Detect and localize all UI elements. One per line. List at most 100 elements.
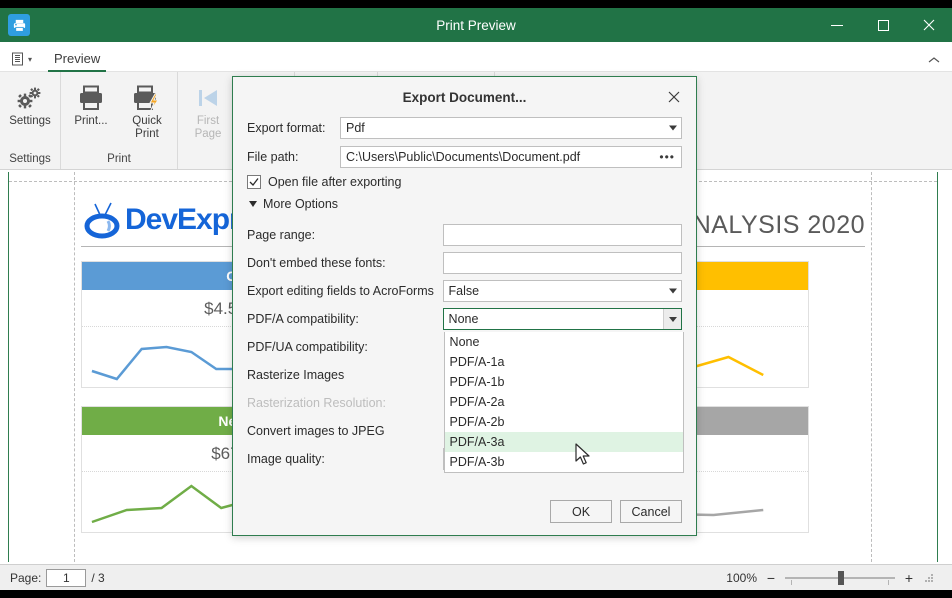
page-range-label: Page range: [247, 228, 443, 242]
resize-grip-icon[interactable] [923, 572, 935, 584]
cancel-button[interactable]: Cancel [620, 500, 682, 523]
dropdown-option[interactable]: None [445, 332, 683, 352]
export-format-combo[interactable] [340, 117, 682, 139]
dont-embed-fonts-label: Don't embed these fonts: [247, 256, 443, 270]
export-format-value[interactable] [341, 118, 681, 138]
maximize-icon [878, 20, 889, 31]
print-button-label: Print... [74, 115, 107, 128]
dropdown-option[interactable]: PDF/A-1b [445, 372, 683, 392]
settings-button[interactable]: Settings [2, 76, 58, 131]
dropdown-option-highlighted[interactable]: PDF/A-3a [445, 432, 683, 452]
tab-preview-label: Preview [54, 51, 100, 66]
ellipsis-icon[interactable]: ••• [659, 150, 675, 164]
pdfa-compatibility-dropdown-list[interactable]: None PDF/A-1a PDF/A-1b PDF/A-2a PDF/A-2b… [444, 332, 684, 473]
tab-preview[interactable]: Preview [44, 48, 110, 71]
quick-access-toolbar[interactable]: ▾ [10, 51, 32, 67]
first-page-button-label: First Page [183, 115, 233, 141]
dont-embed-fonts-input[interactable] [443, 252, 682, 274]
ribbon-group-print: Print... Quick Print [61, 72, 178, 169]
check-icon [249, 177, 259, 187]
chevron-down-icon [669, 317, 677, 322]
file-path-input[interactable] [341, 147, 681, 167]
minimize-button[interactable] [814, 8, 860, 42]
pdfa-compatibility-label: PDF/A compatibility: [247, 312, 443, 326]
more-options-label: More Options [263, 197, 338, 211]
pdfa-compatibility-value: None [444, 309, 681, 329]
chevron-up-icon [928, 56, 940, 64]
print-button[interactable]: Print... [63, 76, 119, 131]
dropdown-option[interactable]: PDF/A-2b [445, 412, 683, 432]
logo-mark-icon [81, 200, 125, 240]
ribbon-group-print-title: Print [63, 153, 175, 169]
quick-print-button[interactable]: Quick Print [119, 76, 175, 144]
ribbon-group-settings-title: Settings [2, 153, 58, 169]
zoom-slider[interactable] [785, 571, 895, 585]
chevron-down-icon: ▾ [28, 55, 32, 64]
ok-button[interactable]: OK [550, 500, 612, 523]
chevron-down-icon [669, 126, 677, 131]
maximize-button[interactable] [860, 8, 906, 42]
export-format-label: Export format: [247, 121, 340, 135]
app-printer-icon [8, 14, 30, 36]
first-page-icon [193, 81, 223, 115]
zoom-slider-thumb[interactable] [838, 571, 844, 585]
export-document-dialog: Export Document... Export format: File p… [232, 76, 697, 536]
printer-icon [76, 81, 106, 115]
rasterization-resolution-label: Rasterization Resolution: [247, 396, 443, 410]
window-title: Print Preview [0, 18, 952, 33]
left-margin-guide [74, 172, 75, 562]
page-range-input[interactable] [443, 224, 682, 246]
file-path-row: File path: ••• [247, 146, 682, 168]
chevron-down-icon [669, 289, 677, 294]
option-row-pdfa-compatibility: PDF/A compatibility: None None PDF/A-1a … [247, 305, 682, 333]
dialog-title: Export Document... [403, 90, 527, 105]
zoom-in-button[interactable]: + [903, 570, 915, 586]
title-bar: Print Preview [0, 8, 952, 42]
acroforms-value: False [444, 281, 681, 301]
dropdown-option[interactable]: PDF/A-1a [445, 352, 683, 372]
gears-icon [15, 81, 45, 115]
dialog-close-button[interactable] [662, 85, 686, 109]
acroforms-label: Export editing fields to AcroForms [247, 284, 443, 298]
quick-print-button-label: Quick Print [122, 115, 172, 141]
ribbon-tab-strip: ▾ Preview [0, 42, 952, 72]
dialog-body: Export format: File path: ••• [233, 117, 696, 473]
dropdown-option[interactable]: PDF/A-2a [445, 392, 683, 412]
ribbon-group-settings: Settings Settings [0, 72, 61, 169]
dialog-footer: OK Cancel [550, 500, 682, 523]
page-number-input[interactable]: 1 [46, 569, 86, 587]
zoom-percent-label: 100% [726, 571, 757, 585]
right-margin-guide [871, 172, 872, 562]
page-label: Page: [10, 571, 41, 585]
option-row-dont-embed-fonts: Don't embed these fonts: [247, 249, 682, 277]
dialog-title-bar: Export Document... [233, 77, 696, 117]
image-quality-label: Image quality: [247, 452, 443, 466]
window-controls [814, 8, 952, 42]
acroforms-combo[interactable]: False [443, 280, 682, 302]
export-format-row: Export format: [247, 117, 682, 139]
print-preview-window: Print Preview ▾ Preview [0, 0, 952, 598]
triangle-down-icon [249, 201, 257, 207]
file-path-label: File path: [247, 150, 340, 164]
document-menu-icon [10, 51, 26, 67]
open-after-exporting-row[interactable]: Open file after exporting [247, 175, 682, 189]
more-options-toggle[interactable]: More Options [249, 197, 682, 211]
pdfa-compatibility-combo[interactable]: None None PDF/A-1a PDF/A-1b PDF/A-2a PDF… [443, 308, 682, 330]
pdfa-dropdown-button[interactable] [663, 309, 681, 329]
zoom-out-button[interactable]: − [765, 570, 777, 586]
convert-images-to-jpeg-label: Convert images to JPEG [247, 424, 443, 438]
zoom-slider-tick [791, 580, 792, 585]
zoom-slider-tick [888, 580, 889, 585]
first-page-button[interactable]: First Page [180, 76, 236, 144]
quick-print-icon [132, 81, 162, 115]
status-bar: Page: 1 / 3 100% − + [0, 564, 952, 590]
close-icon [923, 19, 935, 31]
file-path-field[interactable]: ••• [340, 146, 682, 168]
open-after-exporting-label: Open file after exporting [268, 175, 401, 189]
collapse-ribbon-button[interactable] [928, 55, 940, 67]
settings-button-label: Settings [9, 115, 51, 128]
pdfua-compatibility-label: PDF/UA compatibility: [247, 340, 443, 354]
close-button[interactable] [906, 8, 952, 42]
dropdown-option[interactable]: PDF/A-3b [445, 452, 683, 472]
open-after-exporting-checkbox[interactable] [247, 175, 261, 189]
